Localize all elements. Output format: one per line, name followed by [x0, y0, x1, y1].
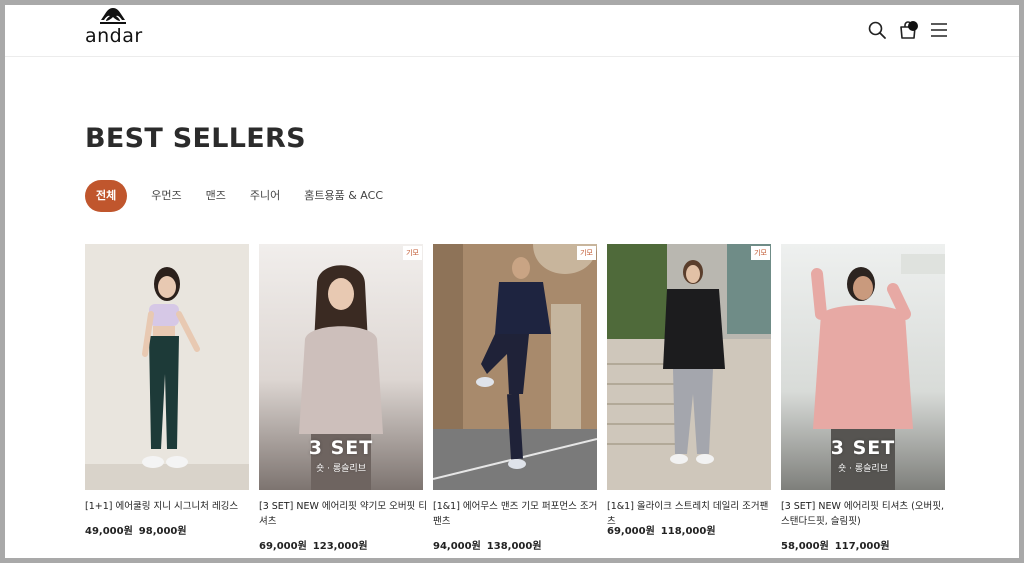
product-overlay: 3 SET 숏 · 롱슬리브: [259, 437, 423, 474]
page-title: BEST SELLERS: [85, 123, 306, 154]
product-badge: 기모: [403, 246, 422, 260]
overlay-title: 3 SET: [308, 437, 374, 459]
search-icon[interactable]: [866, 19, 888, 41]
cart-indicator-dot: [908, 21, 918, 31]
product-badge: 기모: [577, 246, 596, 260]
product-image[interactable]: 기모 3 SET 숏 · 롱슬리브: [259, 244, 423, 490]
tab-all[interactable]: 전체: [85, 180, 128, 212]
product-price: 69,000원 123,000원: [259, 537, 374, 552]
product-badge: 기모: [751, 246, 770, 260]
andar-symbol-icon: [100, 8, 126, 24]
product-name[interactable]: [3 SET] NEW 에어리핏 약기모 오버핏 티셔츠: [259, 499, 429, 529]
original-price: 117,000원: [834, 541, 890, 552]
site-header: andar: [5, 5, 1019, 57]
product-price: 49,000원 98,000원: [85, 522, 193, 537]
product-name[interactable]: [1+1] 에어쿨링 지니 시그니처 레깅스: [85, 499, 255, 514]
original-price: 98,000원: [138, 526, 187, 537]
original-price: 123,000원: [312, 541, 368, 552]
product-overlay: 3 SET 숏 · 롱슬리브: [781, 437, 945, 474]
product-name[interactable]: [3 SET] NEW 에어리핏 티셔츠 (오버핏, 스탠다드핏, 슬림핏): [781, 499, 951, 529]
hamburger-menu-icon[interactable]: [928, 19, 950, 41]
product-image[interactable]: 기모: [433, 244, 597, 490]
product-image[interactable]: 3 SET 숏 · 롱슬리브: [781, 244, 945, 490]
tab-home-training-acc[interactable]: 홈트용품 & ACC: [304, 180, 383, 212]
product-image[interactable]: 기모: [607, 244, 771, 490]
product-price: 58,000원 117,000원: [781, 537, 896, 552]
sale-price: 69,000원: [259, 541, 307, 552]
tab-mens[interactable]: 맨즈: [206, 180, 226, 212]
product-image[interactable]: [85, 244, 249, 490]
product-price: 94,000원 138,000원: [433, 537, 548, 552]
original-price: 138,000원: [486, 541, 542, 552]
brand-name: andar: [85, 25, 143, 47]
sale-price: 49,000원: [85, 526, 133, 537]
product-name[interactable]: [1&1] 에어무스 맨즈 기모 퍼포먼스 조거팬츠: [433, 499, 603, 529]
original-price: 118,000원: [660, 526, 716, 537]
category-tabs: 전체 우먼즈 맨즈 주니어 홈트용품 & ACC: [85, 180, 407, 212]
page: andar BEST SELLERS 전체 우먼즈 맨즈 주니어 홈트용품 & …: [5, 5, 1019, 558]
sale-price: 58,000원: [781, 541, 829, 552]
brand-logo[interactable]: andar: [85, 7, 143, 53]
overlay-title: 3 SET: [830, 437, 896, 459]
overlay-subtitle: 숏 · 롱슬리브: [316, 464, 366, 474]
tab-womens[interactable]: 우먼즈: [151, 180, 181, 212]
overlay-subtitle: 숏 · 롱슬리브: [838, 464, 888, 474]
product-price: 69,000원 118,000원: [607, 522, 722, 537]
tab-junior[interactable]: 주니어: [250, 180, 280, 212]
sale-price: 94,000원: [433, 541, 481, 552]
sale-price: 69,000원: [607, 526, 655, 537]
